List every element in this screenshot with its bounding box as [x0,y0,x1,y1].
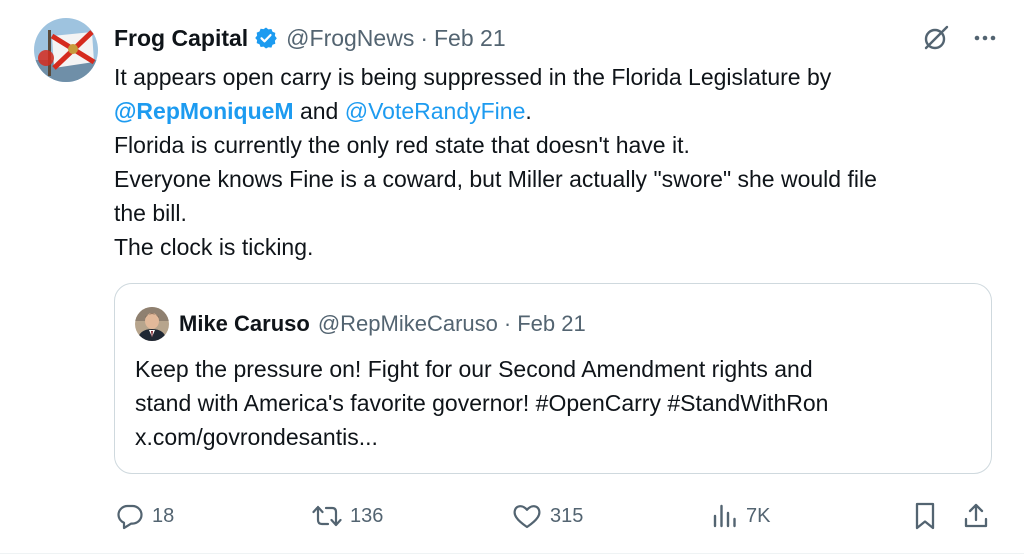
share-icon [962,501,990,531]
tweet-text-line: Florida is currently the only red state … [114,132,690,158]
tweet-text-fragment: . [525,98,532,124]
tweet-text: It appears open carry is being suppresse… [114,60,994,264]
quoted-text-line: Keep the pressure on! Fight for our Seco… [135,356,813,382]
more-icon[interactable] [972,25,998,51]
tweet-actions-bar: 18 136 315 7K [0,496,1024,536]
reply-button[interactable]: 18 [116,496,174,536]
like-count: 315 [550,504,584,527]
views-button[interactable]: 7K [712,496,770,536]
tweet-date[interactable]: Feb 21 [434,25,506,52]
verified-badge-icon[interactable] [254,26,278,50]
grok-icon[interactable] [922,24,950,52]
repost-count: 136 [350,504,384,527]
quoted-author-avatar[interactable] [135,307,169,341]
quoted-author-name[interactable]: Mike Caruso [179,311,310,337]
views-count: 7K [746,504,771,527]
tweet-text-line: the bill. [114,200,187,226]
tweet-text-line: @RepMoniqueM and @VoteRandyFine. [114,94,994,128]
tweet-text-line: The clock is ticking. [114,234,314,260]
tweet-text-fragment: and [293,98,345,124]
repost-button[interactable]: 136 [312,496,383,536]
bookmark-icon [912,501,938,531]
quoted-tweet-header: Mike Caruso @RepMikeCaruso · Feb 21 [135,307,586,341]
tweet-top-actions [922,24,998,52]
quoted-header-separator: · [503,311,512,336]
quoted-tweet-date[interactable]: Feb 21 [517,311,586,337]
like-button[interactable]: 315 [512,496,583,536]
heart-icon [512,502,542,530]
quoted-text-line: stand with America's favorite governor! … [135,390,829,416]
mention-link[interactable]: @VoteRandyFine [345,98,526,124]
reply-count: 18 [152,504,175,527]
quoted-tweet-text: Keep the pressure on! Fight for our Seco… [135,352,975,454]
author-handle[interactable]: @FrogNews [286,25,414,52]
repost-icon [312,502,342,530]
author-name[interactable]: Frog Capital [114,25,248,52]
mention-link[interactable]: @RepMoniqueM [114,98,294,124]
tweet-text-line: It appears open carry is being suppresse… [114,64,832,90]
reply-icon [116,502,144,530]
share-button[interactable] [962,496,990,536]
tweet-header: Frog Capital @FrogNews · Feb 21 [114,22,506,54]
tweet-text-line: Everyone knows Fine is a coward, but Mil… [114,166,877,192]
views-chart-icon [712,502,738,530]
author-avatar[interactable] [34,18,98,82]
tweet-card[interactable]: Frog Capital @FrogNews · Feb 21 It appea… [0,0,1024,554]
quoted-text-line: x.com/govrondesantis... [135,424,378,450]
quoted-author-handle[interactable]: @RepMikeCaruso [318,311,498,337]
header-separator: · [420,24,428,51]
quoted-tweet[interactable]: Mike Caruso @RepMikeCaruso · Feb 21 Keep… [114,283,992,474]
bookmark-button[interactable] [912,496,938,536]
